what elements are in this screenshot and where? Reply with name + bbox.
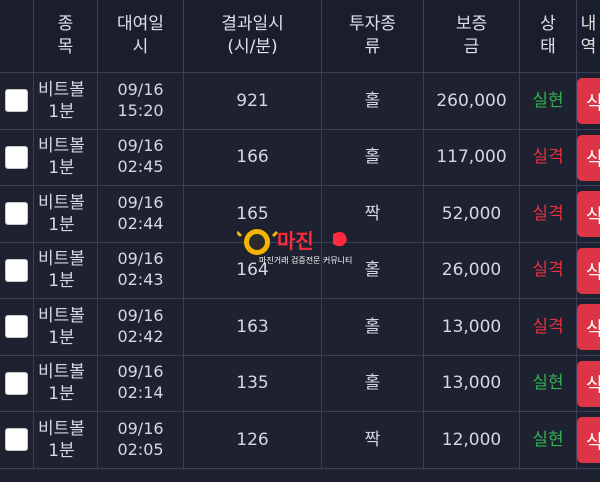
row-checkbox[interactable] (5, 145, 28, 169)
symbol-cell: 비트볼 1분 (34, 73, 98, 130)
deposit-cell: 117,000 (424, 129, 520, 186)
bet-type-cell: 홀 (322, 299, 424, 356)
row-select-cell (0, 186, 34, 243)
delete-button[interactable]: 삭제 (577, 304, 600, 350)
header-result-time: 결과일시 (시/분) (184, 0, 322, 73)
history-cell: 삭제 (577, 242, 600, 299)
rental-date-cell: 09/16 02:45 (98, 129, 184, 186)
delete-button[interactable]: 삭제 (577, 247, 600, 294)
row-checkbox[interactable] (5, 315, 28, 339)
status-badge: 실현 (520, 73, 577, 130)
rental-date-cell: 09/16 02:05 (98, 412, 184, 469)
history-cell: 삭제 (577, 299, 600, 356)
rental-date-cell: 09/16 02:43 (98, 242, 184, 299)
status-badge: 실격 (520, 299, 577, 356)
row-checkbox[interactable] (5, 258, 28, 282)
result-time-cell: 163 (184, 299, 322, 356)
deposit-cell: 52,000 (424, 186, 520, 243)
header-select (0, 0, 34, 73)
header-status: 상 태 (520, 0, 577, 73)
bet-type-cell: 홀 (322, 129, 424, 186)
symbol-cell: 비트볼 1분 (34, 355, 98, 412)
row-checkbox[interactable] (5, 202, 28, 226)
bet-type-cell: 홀 (322, 73, 424, 130)
history-cell: 삭제 (577, 412, 600, 469)
history-cell: 삭제 (577, 73, 600, 130)
row-checkbox[interactable] (5, 428, 28, 452)
rental-date-cell: 09/16 02:42 (98, 299, 184, 356)
status-badge: 실격 (520, 242, 577, 299)
delete-button[interactable]: 삭제 (577, 360, 600, 407)
header-symbol: 종 목 (34, 0, 98, 73)
row-select-cell (0, 412, 34, 469)
delete-button[interactable]: 삭제 (577, 134, 600, 181)
symbol-cell: 비트볼 1분 (34, 129, 98, 186)
history-cell: 삭제 (577, 129, 600, 186)
symbol-cell: 비트볼 1분 (34, 242, 98, 299)
row-checkbox[interactable] (5, 371, 28, 395)
badge-icon (333, 232, 347, 247)
symbol-cell: 비트볼 1분 (34, 412, 98, 469)
deposit-cell: 13,000 (424, 299, 520, 356)
header-bet-type: 투자종 류 (322, 0, 424, 73)
result-time-cell: 135 (184, 355, 322, 412)
history-cell: 삭제 (577, 186, 600, 243)
rental-date-cell: 09/16 02:14 (98, 355, 184, 412)
bet-type-cell: 홀 (322, 355, 424, 412)
row-select-cell (0, 299, 34, 356)
row-select-cell (0, 73, 34, 130)
row-select-cell (0, 129, 34, 186)
result-time-cell: 921 (184, 73, 322, 130)
deposit-cell: 260,000 (424, 73, 520, 130)
status-badge: 실격 (520, 186, 577, 243)
delete-button[interactable]: 삭제 (577, 417, 600, 463)
majin-watermark-logo: 마진 마진거래 검증전문 커뮤니티 (237, 229, 352, 265)
result-time-cell: 166 (184, 129, 322, 186)
bet-type-cell: 짝 (322, 412, 424, 469)
symbol-cell: 비트볼 1분 (34, 299, 98, 356)
header-history: 내 역 (577, 0, 600, 73)
deposit-cell: 13,000 (424, 355, 520, 412)
rental-date-cell: 09/16 15:20 (98, 73, 184, 130)
history-cell: 삭제 (577, 355, 600, 412)
deposit-cell: 26,000 (424, 242, 520, 299)
symbol-cell: 비트볼 1분 (34, 186, 98, 243)
status-badge: 실현 (520, 355, 577, 412)
result-time-cell: 126 (184, 412, 322, 469)
status-badge: 실격 (520, 129, 577, 186)
delete-button[interactable]: 삭제 (577, 78, 600, 124)
status-badge: 실현 (520, 412, 577, 469)
header-deposit: 보증 금 (424, 0, 520, 73)
header-rental-date: 대여일 시 (98, 0, 184, 73)
row-checkbox[interactable] (5, 89, 28, 113)
rental-date-cell: 09/16 02:44 (98, 186, 184, 243)
row-select-cell (0, 242, 34, 299)
watermark-title: 마진 (277, 229, 314, 253)
row-select-cell (0, 355, 34, 412)
deposit-cell: 12,000 (424, 412, 520, 469)
watermark-subtitle: 마진거래 검증전문 커뮤니티 (259, 255, 352, 265)
delete-button[interactable]: 삭제 (577, 191, 600, 237)
